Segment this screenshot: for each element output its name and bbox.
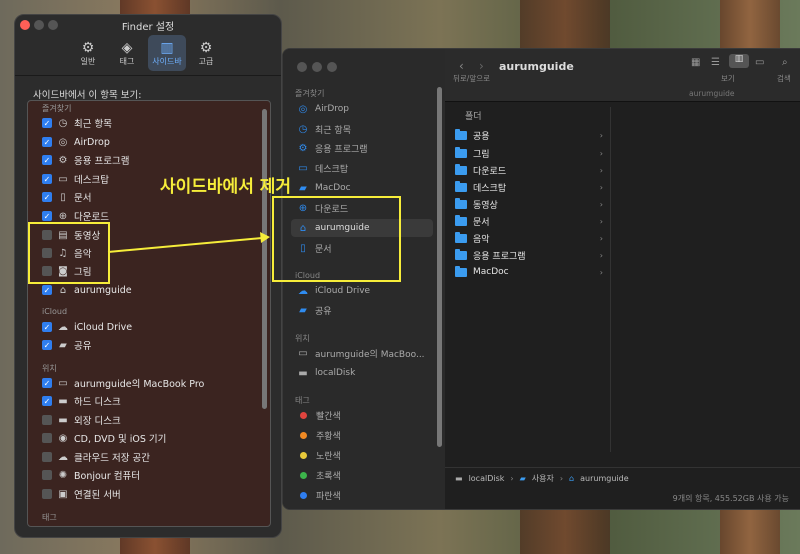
arrow-line [107, 237, 263, 253]
annotation-arrow [107, 232, 270, 253]
annotation-label: 사이드바에서 제거 [160, 177, 292, 197]
arrow-head [260, 232, 270, 243]
